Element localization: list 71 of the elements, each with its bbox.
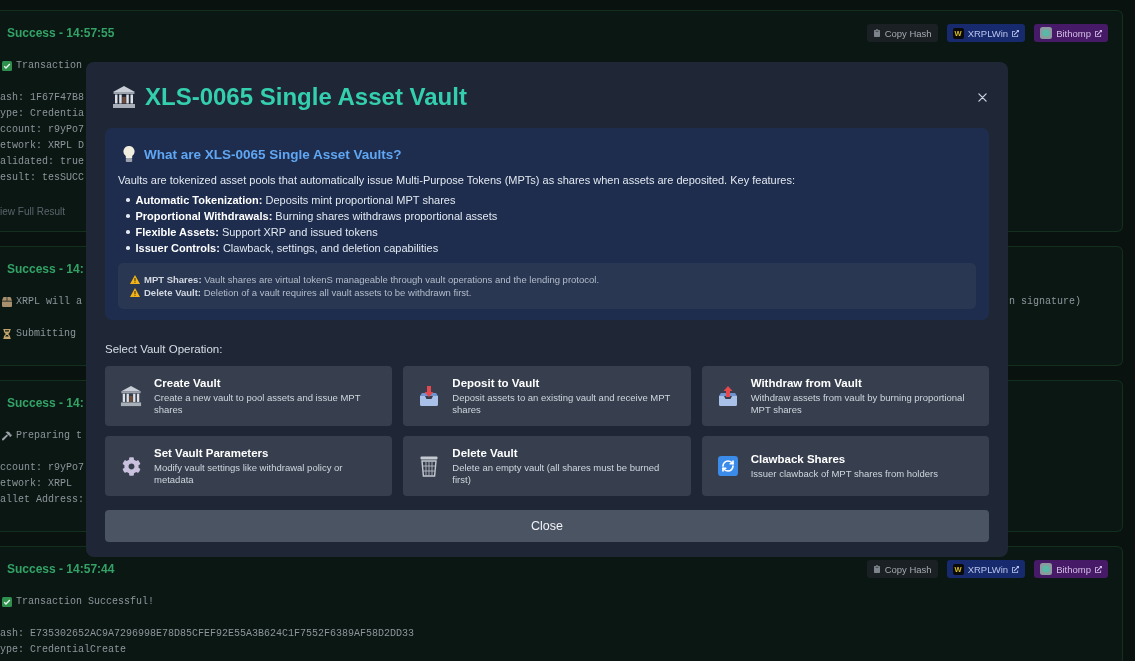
log-line: ash: E735302652AC9A7296998E78D85CFEF92E55A3B624C1F7552F6389AF58D2DD33 bbox=[0, 627, 415, 641]
vault-operation-button[interactable]: Delete Vault Delete an empty vault (all shares must be burned first) bbox=[403, 436, 691, 496]
log-line: ccount: r9yPo7 bbox=[0, 461, 84, 475]
bullet-icon bbox=[126, 230, 130, 234]
status-title: Success - 14: bbox=[7, 262, 84, 276]
vault-operation-button[interactable]: Create Vault Create a new vault to pool assets and issue MPT shares bbox=[105, 366, 393, 426]
close-button[interactable] bbox=[975, 90, 989, 104]
log-line: allet Address: bbox=[0, 493, 84, 507]
gear-icon bbox=[121, 456, 141, 476]
log-line: etwork: XRPL D bbox=[0, 139, 84, 153]
log-line: etwork: XRPL bbox=[0, 477, 72, 491]
log-line: ccount: r9yPo7 bbox=[0, 123, 84, 137]
log-line: ype: Credentia bbox=[0, 107, 84, 121]
log-line: Submitting bbox=[16, 327, 76, 341]
bank-icon bbox=[120, 385, 142, 407]
log-line: n signature) bbox=[1009, 295, 1081, 309]
info-text: Vaults are tokenized asset pools that automatically issue Multi-Purpose Tokens (MPTs) as shares when assets are deposited. Key features: bbox=[118, 173, 797, 188]
warning-icon bbox=[130, 275, 140, 284]
log-line: Transaction Successful! bbox=[16, 595, 155, 609]
outbox-tray-icon bbox=[717, 385, 738, 407]
hammer-icon bbox=[2, 431, 12, 441]
warning-text: MPT Shares: Vault shares are virtual tokenS manageable through vault operations and the lending protocol. bbox=[144, 273, 600, 286]
hourglass-icon bbox=[2, 329, 12, 339]
info-heading: What are XLS-0065 Single Asset Vaults? bbox=[144, 146, 402, 162]
modal-title: XLS-0065 Single Asset Vault bbox=[145, 83, 467, 111]
feature-text: Issuer Controls: Clawback, settings, and deletion capabilities bbox=[135, 241, 439, 256]
checkbox-icon bbox=[2, 597, 12, 607]
log-line: ash: 1F67F47B8 bbox=[0, 91, 84, 105]
close-icon bbox=[977, 92, 987, 102]
log-line: alidated: true bbox=[0, 155, 84, 169]
warning-icon bbox=[130, 288, 140, 297]
vault-operation-button[interactable]: Clawback Shares Issuer clawback of MPT shares from holders bbox=[701, 436, 989, 496]
checkbox-icon bbox=[2, 61, 12, 71]
inbox-tray-icon bbox=[419, 385, 440, 407]
copy-button[interactable]: Copy Hash bbox=[866, 560, 938, 578]
clipboard-icon bbox=[872, 565, 881, 573]
external-link-icon bbox=[1095, 565, 1102, 573]
log-line: Preparing t bbox=[16, 429, 82, 443]
external-link-icon bbox=[1095, 29, 1102, 37]
logo-icon bbox=[1040, 563, 1053, 575]
log-line: esult: tesSUCC bbox=[0, 171, 84, 185]
vault-operation-button[interactable]: Withdraw from Vault Withdraw assets from vault by burning proportional MPT shares bbox=[701, 366, 989, 426]
bank-icon bbox=[112, 85, 136, 109]
bullet-icon bbox=[126, 246, 130, 250]
logo-icon bbox=[1040, 27, 1053, 39]
explorer-link[interactable]: Bithomp bbox=[1034, 560, 1108, 578]
lightbulb-icon bbox=[123, 146, 135, 162]
bullet-icon bbox=[126, 198, 130, 202]
status-title: Success - 14:57:44 bbox=[7, 562, 115, 576]
feature-text: Automatic Tokenization: Deposits mint proportional MPT shares bbox=[135, 193, 456, 208]
explorer-link[interactable]: Bithomp bbox=[1034, 24, 1108, 42]
wastebasket-icon bbox=[420, 455, 439, 477]
bullet-icon bbox=[126, 214, 130, 218]
log-line: ype: CredentialCreate bbox=[0, 643, 127, 657]
status-title: Success - 14: bbox=[7, 396, 84, 410]
vault-operation-button[interactable]: Deposit to Vault Deposit assets to an existing vault and receive MPT shares bbox=[403, 366, 691, 426]
log-line: Transaction bbox=[16, 59, 82, 73]
package-icon bbox=[2, 297, 12, 307]
log-line: XRPL will a bbox=[16, 295, 82, 309]
external-link-icon bbox=[1012, 565, 1020, 573]
feature-text: Flexible Assets: Support XRP and issued tokens bbox=[135, 225, 378, 240]
external-link-icon bbox=[1012, 29, 1020, 37]
feature-text: Proportional Withdrawals: Burning shares withdraws proportional assets bbox=[135, 209, 498, 224]
vault-operation-button[interactable]: Set Vault Parameters Modify vault settings like withdrawal policy or metadata bbox=[105, 436, 393, 496]
warning-text: Delete Vault: Deletion of a vault requires all vault assets to be withdrawn first. bbox=[144, 286, 472, 299]
copy-button[interactable]: Copy Hash bbox=[866, 24, 938, 42]
clipboard-icon bbox=[872, 29, 881, 37]
section-label: Select Vault Operation: bbox=[105, 342, 224, 357]
status-title: Success - 14:57:55 bbox=[7, 26, 115, 40]
refresh-icon bbox=[717, 456, 738, 476]
close-button[interactable]: Close bbox=[105, 510, 989, 542]
